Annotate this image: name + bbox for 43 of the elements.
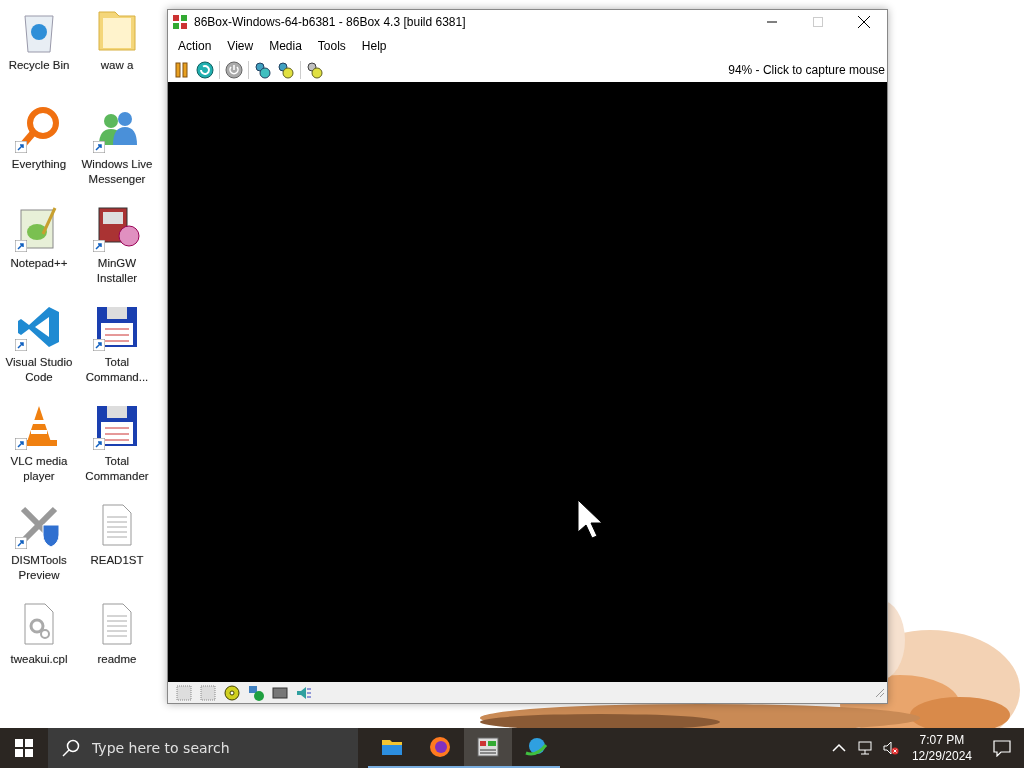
- clock-date[interactable]: 12/29/2024: [911, 748, 972, 764]
- menu-item[interactable]: View: [219, 38, 262, 53]
- icon-label: Windows Live Messenger: [80, 157, 154, 187]
- close-icon: [858, 16, 870, 28]
- taskbar-app-button[interactable]: [464, 728, 512, 768]
- icon-label: Recycle Bin: [7, 58, 71, 73]
- window-title: 86Box-Windows-64-b6381 - 86Box 4.3 [build 6381]: [194, 15, 467, 29]
- pause-icon[interactable]: [173, 60, 191, 79]
- clock-time[interactable]: 7:07 PM: [919, 732, 965, 748]
- installer-box-icon[interactable]: [93, 204, 141, 252]
- search-field[interactable]: Type here to search: [90, 739, 344, 757]
- windows-logo-icon: [15, 739, 33, 757]
- cd-drive-icon[interactable]: [224, 684, 240, 701]
- menu-item[interactable]: Help: [353, 38, 395, 53]
- icon-label: Everything: [10, 157, 68, 172]
- icon-label: Notepad++: [9, 256, 69, 271]
- maximize-icon: [813, 17, 823, 27]
- icon-label: Total Commander: [84, 454, 150, 484]
- emulator-icon: [476, 735, 500, 759]
- menu-item[interactable]: Tools: [309, 38, 354, 53]
- speech-bubble-icon: [993, 739, 1011, 757]
- icon-label: Visual Studio Code: [4, 355, 74, 385]
- speaker-icon[interactable]: [296, 684, 312, 701]
- app-icon: [172, 14, 188, 30]
- icon-label: DISMTools Preview: [10, 553, 68, 583]
- resize-grip-icon[interactable]: [875, 687, 885, 698]
- icon-label: readme: [96, 652, 138, 667]
- browser-icon: [428, 735, 452, 759]
- menu-item[interactable]: Action: [170, 38, 220, 53]
- menu-item[interactable]: Media: [261, 38, 310, 53]
- icon-label: Total Command...: [84, 355, 150, 385]
- icon-label: READ1ST: [89, 553, 145, 568]
- icon-label: waw a: [99, 58, 135, 73]
- reset-icon[interactable]: [196, 60, 214, 79]
- icon-label: MinGW Installer: [95, 256, 139, 286]
- status-text: 94% - Click to capture mouse: [728, 62, 886, 77]
- muted-speaker-icon[interactable]: [882, 740, 899, 756]
- icon-label: VLC media player: [9, 454, 69, 484]
- search-box[interactable]: Type here to search: [48, 728, 358, 768]
- power-icon[interactable]: [225, 60, 243, 79]
- search-icon: [62, 739, 80, 757]
- mouse-cursor-icon: [577, 499, 603, 539]
- icon-label: tweakui.cpl: [9, 652, 69, 667]
